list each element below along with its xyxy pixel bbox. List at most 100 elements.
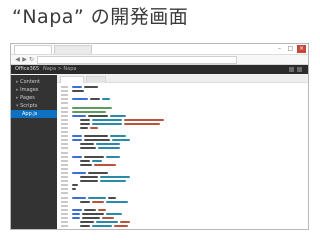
code-token [80, 143, 94, 146]
line-number [61, 192, 68, 195]
code-token [110, 114, 126, 117]
code-token [92, 118, 122, 121]
project-explorer: ▸ Content ▸ Images ▸ Pages ▾ Scripts App… [11, 75, 57, 229]
tree-item-label: App.js [22, 111, 38, 117]
code-token [72, 90, 84, 93]
line-number [61, 118, 68, 121]
user-icon[interactable] [297, 67, 302, 72]
code-token [72, 172, 86, 175]
code-token [98, 208, 106, 211]
code-token [84, 86, 98, 89]
refresh-icon[interactable]: ↻ [28, 56, 35, 63]
code-token [72, 155, 82, 158]
browser-tab-strip [14, 45, 92, 54]
code-token [102, 98, 110, 101]
code-token [100, 180, 126, 183]
code-token [124, 122, 160, 125]
tree-item-label: Scripts [20, 103, 38, 109]
breadcrumb[interactable]: Napa > Napa [43, 65, 76, 74]
forward-icon[interactable]: ▶ [21, 56, 28, 63]
code-token [72, 106, 112, 109]
code-token [80, 147, 96, 150]
code-token [80, 221, 94, 224]
url-input[interactable] [37, 56, 237, 64]
tree-item-label: Images [20, 87, 39, 93]
line-number [61, 106, 68, 109]
code-token [72, 188, 76, 191]
code-token [92, 225, 112, 228]
code-token [72, 184, 78, 187]
tree-item-pages[interactable]: ▸ Pages [11, 94, 57, 102]
code-token [88, 114, 108, 117]
tree-item-app-js[interactable]: App.js [11, 110, 57, 118]
line-number [61, 98, 68, 101]
code-token [84, 135, 108, 138]
code-token [92, 159, 102, 162]
code-token [108, 196, 116, 199]
tree-item-content[interactable]: ▸ Content [11, 78, 57, 86]
code-area[interactable] [57, 85, 308, 229]
line-number [61, 143, 68, 146]
code-token [80, 200, 90, 203]
line-number [61, 172, 68, 175]
code-token [124, 118, 164, 121]
editor-tab[interactable] [60, 76, 84, 83]
app-name[interactable]: Office365 [15, 65, 39, 74]
browser-tab[interactable] [54, 45, 92, 54]
close-icon[interactable]: × [297, 45, 306, 53]
code-token [94, 163, 116, 166]
code-token [92, 122, 122, 125]
code-token [82, 217, 100, 220]
line-number [61, 212, 68, 215]
window-titlebar: – □ × [11, 44, 308, 55]
address-bar: ◀ ▶ ↻ [11, 55, 308, 65]
code-token [90, 98, 100, 101]
code-token [72, 196, 86, 199]
settings-icon[interactable] [289, 67, 294, 72]
code-token [72, 114, 86, 117]
minimize-icon[interactable]: – [275, 45, 284, 53]
code-editor[interactable] [57, 75, 308, 229]
tree-item-images[interactable]: ▸ Images [11, 86, 57, 94]
code-token [90, 126, 98, 129]
line-number [61, 102, 68, 105]
code-token [72, 135, 82, 138]
slide-title: “Napa” の開発画面 [12, 6, 189, 28]
line-number [61, 176, 68, 179]
code-token [80, 225, 90, 228]
code-token [112, 139, 130, 142]
browser-tab[interactable] [14, 45, 52, 54]
code-line[interactable] [61, 228, 308, 229]
window-controls: – □ × [275, 45, 306, 53]
line-number [61, 114, 68, 117]
code-token [98, 147, 120, 150]
code-token [72, 139, 82, 142]
back-icon[interactable]: ◀ [14, 56, 21, 63]
line-number [61, 139, 68, 142]
code-token [80, 180, 98, 183]
code-token [72, 208, 82, 211]
line-number [61, 151, 68, 154]
code-token [88, 172, 108, 175]
code-token [80, 118, 90, 121]
tree-item-label: Pages [20, 95, 35, 101]
code-token [80, 176, 98, 179]
line-number [61, 163, 68, 166]
code-token [110, 135, 126, 138]
line-number [61, 204, 68, 207]
code-token [80, 159, 90, 162]
code-token [114, 225, 128, 228]
editor-tabs [57, 75, 308, 83]
tree-item-scripts[interactable]: ▾ Scripts [11, 102, 57, 110]
line-number [61, 217, 68, 220]
code-token [72, 98, 88, 101]
code-token [80, 126, 88, 129]
maximize-icon[interactable]: □ [286, 45, 295, 53]
code-token [72, 212, 80, 215]
code-token [84, 208, 96, 211]
line-number [61, 196, 68, 199]
code-token [96, 143, 120, 146]
line-number [61, 135, 68, 138]
line-number [61, 200, 68, 203]
editor-tab[interactable] [86, 76, 106, 83]
